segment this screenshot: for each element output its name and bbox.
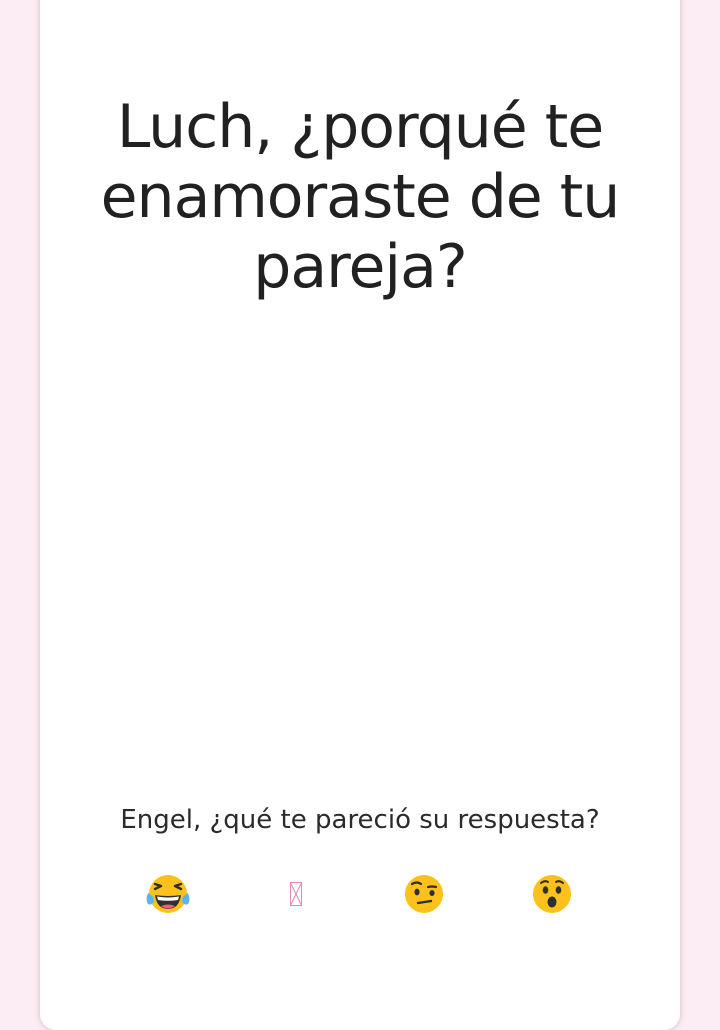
reaction-laugh-button[interactable]: [104, 870, 232, 918]
tears-of-joy-icon: [146, 875, 190, 913]
reaction-unsupported-button[interactable]: [232, 870, 360, 918]
question-card: Luch, ¿porqué te enamoraste de tu pareja…: [40, 0, 680, 1030]
astonished-icon: [533, 875, 571, 913]
missing-glyph-icon: [290, 882, 302, 906]
reaction-prompt: Engel, ¿qué te pareció su respuesta?: [120, 805, 600, 835]
reaction-astonished-button[interactable]: [488, 870, 616, 918]
reaction-skeptical-button[interactable]: [360, 870, 488, 918]
question-text: Luch, ¿porqué te enamoraste de tu pareja…: [100, 92, 621, 302]
reaction-bar: [104, 870, 616, 918]
raised-eyebrow-icon: [405, 875, 443, 913]
